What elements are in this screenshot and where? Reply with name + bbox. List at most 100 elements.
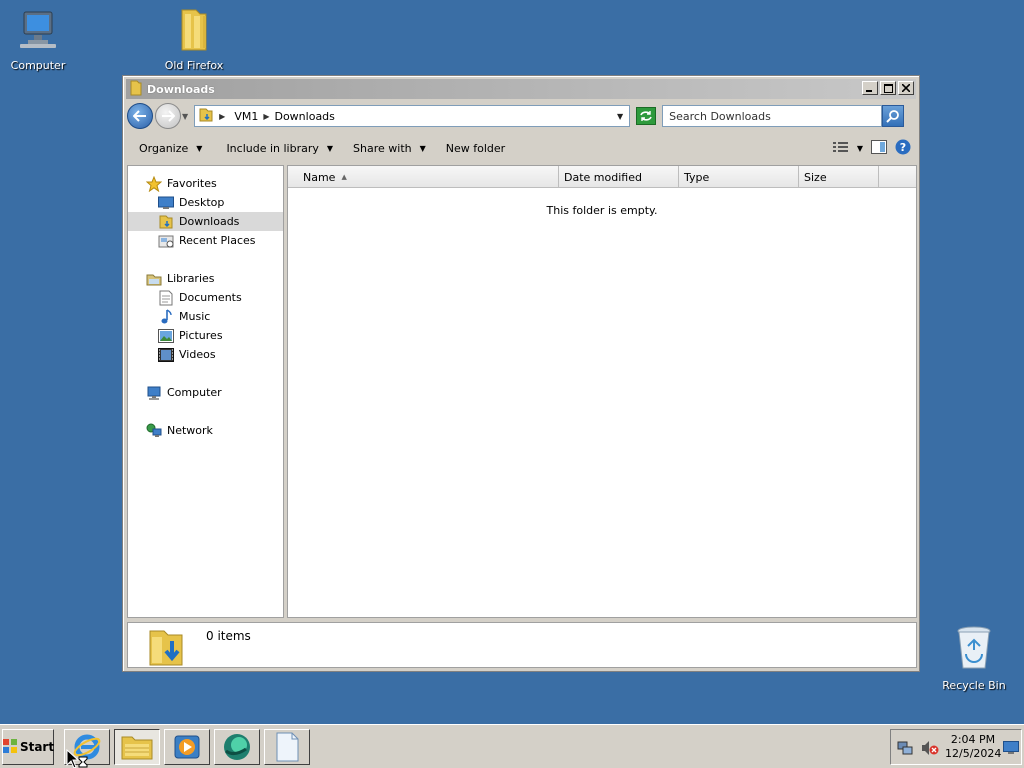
nav-item-recent-places[interactable]: Recent Places: [128, 231, 283, 250]
column-header-date-modified[interactable]: Date modified: [559, 166, 679, 188]
maximize-button[interactable]: [880, 81, 896, 95]
back-button[interactable]: [127, 103, 153, 129]
change-view-button[interactable]: [832, 141, 849, 156]
desktop-icon-label: Computer: [10, 59, 66, 72]
nav-item-computer[interactable]: Computer: [128, 383, 283, 402]
organize-button[interactable]: Organize ▼: [139, 142, 202, 155]
details-view-icon: [832, 141, 848, 152]
close-button[interactable]: [898, 81, 914, 95]
nav-item-desktop[interactable]: Desktop: [128, 193, 283, 212]
downloads-folder-large-icon: [146, 625, 186, 670]
browser-icon: [224, 734, 250, 760]
nav-item-label: Pictures: [179, 329, 223, 342]
taskbar-windows-explorer[interactable]: [114, 729, 160, 765]
recent-pages-dropdown[interactable]: ▼: [182, 112, 188, 121]
back-arrow-icon: [133, 110, 146, 122]
search-input[interactable]: Search Downloads: [662, 105, 883, 127]
address-dropdown[interactable]: ▼: [617, 112, 623, 121]
computer-icon: [0, 8, 76, 55]
column-header-name[interactable]: Name ▲: [288, 166, 559, 188]
windows-explorer-icon: [121, 736, 153, 760]
address-bar[interactable]: ▶ VM1 ▶ Downloads ▼: [194, 105, 631, 127]
folder-icon: [156, 6, 232, 55]
taskbar-media-player[interactable]: [164, 729, 210, 765]
desktop-icon-computer[interactable]: Computer: [0, 8, 76, 72]
column-size-label: Size: [804, 170, 827, 184]
forward-button[interactable]: [155, 103, 181, 129]
nav-item-videos[interactable]: Videos: [128, 345, 283, 364]
help-button[interactable]: ?: [895, 139, 911, 158]
column-date-label: Date modified: [564, 170, 642, 184]
column-header-size[interactable]: Size: [799, 166, 879, 188]
share-with-label: Share with: [353, 141, 412, 155]
nav-item-libraries[interactable]: Libraries: [128, 269, 283, 288]
breadcrumb-vm1[interactable]: VM1: [234, 110, 258, 123]
column-header-row: Name ▲ Date modified Type Size: [288, 166, 916, 188]
nav-item-label: Videos: [179, 348, 216, 361]
clock-date: 12/5/2024: [945, 747, 1002, 760]
forward-arrow-icon: [162, 110, 175, 122]
clock-time: 2:04 PM: [950, 733, 996, 746]
nav-item-label: Music: [179, 310, 211, 323]
taskbar-browser[interactable]: [214, 729, 260, 765]
chevron-down-icon: ▼: [326, 143, 334, 153]
address-row: ▼ ▶ VM1 ▶ Downloads ▼ Search Downloads: [127, 102, 915, 130]
minimize-button[interactable]: [862, 81, 878, 95]
include-in-library-label: Include in library: [226, 141, 319, 155]
breadcrumb-separator[interactable]: ▶: [263, 112, 269, 121]
breadcrumb-downloads[interactable]: Downloads: [274, 110, 334, 123]
breadcrumb-separator[interactable]: ▶: [219, 112, 225, 121]
new-folder-label: New folder: [445, 141, 506, 155]
nav-item-label: Libraries: [167, 272, 215, 285]
network-status-icon[interactable]: [897, 740, 913, 759]
command-bar: Organize ▼ Include in library ▼ Share wi…: [127, 134, 915, 162]
navigation-pane[interactable]: Favorites Desktop Downloads Recent Place…: [127, 165, 284, 618]
details-pane: 0 items: [127, 622, 917, 668]
recycle-bin-icon: [936, 624, 1012, 675]
start-button[interactable]: Start: [2, 729, 54, 765]
svg-text:?: ?: [900, 141, 906, 154]
clock[interactable]: 2:04 PM 12/5/2024: [945, 733, 1001, 761]
view-options-dropdown[interactable]: ▼: [857, 144, 863, 153]
include-in-library-button[interactable]: Include in library ▼: [226, 142, 333, 155]
nav-item-favorites[interactable]: Favorites: [128, 174, 283, 193]
maximize-icon: [883, 83, 893, 93]
file-list[interactable]: Name ▲ Date modified Type Size This fold…: [287, 165, 917, 618]
nav-item-downloads[interactable]: Downloads: [128, 212, 283, 231]
explorer-window[interactable]: Downloads ▼ ▶ VM1 ▶ Downloads ▼ Search D…: [122, 75, 920, 672]
nav-item-label: Favorites: [167, 177, 217, 190]
desktop-icon-label: Recycle Bin: [942, 679, 1006, 692]
folder-icon: [129, 80, 143, 99]
videos-icon: [158, 347, 174, 363]
volume-muted-icon[interactable]: [921, 740, 939, 759]
nav-item-documents[interactable]: Documents: [128, 288, 283, 307]
column-type-label: Type: [684, 170, 710, 184]
nav-item-label: Desktop: [179, 196, 225, 209]
column-name-label: Name: [303, 170, 336, 184]
nav-item-music[interactable]: Music: [128, 307, 283, 326]
recent-places-icon: [158, 233, 174, 249]
empty-folder-message: This folder is empty.: [546, 204, 658, 217]
share-with-button[interactable]: Share with ▼: [353, 142, 426, 155]
column-header-type[interactable]: Type: [679, 166, 799, 188]
preview-pane-icon: [871, 139, 887, 154]
taskbar-notepad[interactable]: [264, 729, 310, 765]
nav-item-pictures[interactable]: Pictures: [128, 326, 283, 345]
documents-icon: [158, 290, 174, 306]
title-bar[interactable]: Downloads: [126, 79, 916, 99]
new-folder-button[interactable]: New folder: [446, 142, 505, 155]
libraries-icon: [146, 271, 162, 287]
desktop-icon-old-firefox[interactable]: Old Firefox: [156, 6, 232, 72]
downloads-folder-icon: [198, 107, 214, 126]
nav-item-network[interactable]: Network: [128, 421, 283, 440]
show-desktop-icon[interactable]: [1003, 741, 1019, 758]
search-button[interactable]: [882, 105, 905, 127]
star-icon: [146, 175, 162, 192]
refresh-button[interactable]: [636, 107, 657, 125]
notepad-icon: [276, 732, 299, 762]
desktop-icon-recycle-bin[interactable]: Recycle Bin: [936, 624, 1012, 692]
music-icon: [158, 308, 174, 325]
chevron-down-icon: ▼: [196, 143, 203, 153]
preview-pane-button[interactable]: [871, 139, 887, 157]
start-label: Start: [19, 740, 55, 754]
